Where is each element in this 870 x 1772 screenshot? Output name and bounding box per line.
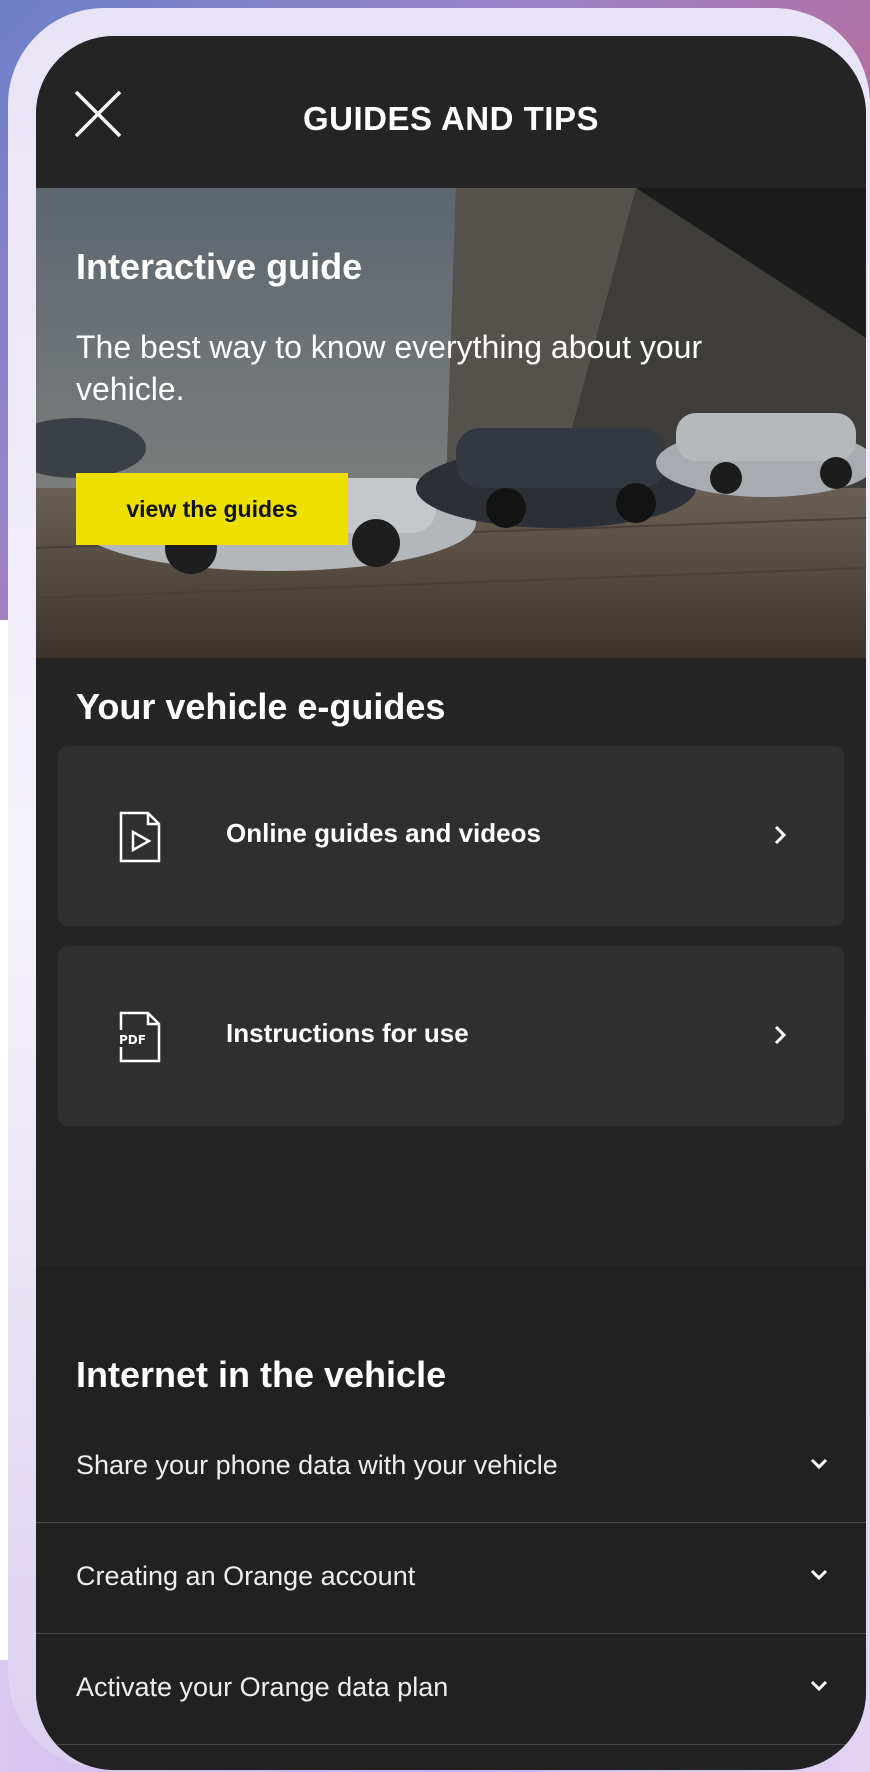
- accordion-label: Activate your Orange data plan: [76, 1672, 449, 1702]
- top-bar: GUIDES AND TIPS: [36, 36, 866, 188]
- card-instructions[interactable]: PDF Instructions for use: [58, 946, 844, 1126]
- video-file-icon: [119, 811, 161, 863]
- hero-title: Interactive guide: [76, 246, 363, 287]
- accordion-share-data[interactable]: Share your phone data with your vehicle: [36, 1412, 866, 1523]
- chevron-right-icon: [774, 1025, 787, 1045]
- card-label: Online guides and videos: [226, 818, 541, 848]
- internet-section: Internet in the vehicle Share your phone…: [36, 1266, 866, 1770]
- chevron-down-icon: [810, 1458, 828, 1470]
- accordion-label: Share your phone data with your vehicle: [76, 1450, 558, 1480]
- accordion-label: Creating an Orange account: [76, 1561, 416, 1591]
- chevron-down-icon: [810, 1569, 828, 1581]
- hero-banner: Interactive guide The best way to know e…: [36, 188, 866, 658]
- chevron-down-icon: [810, 1680, 828, 1692]
- hero-subtitle: The best way to know everything about yo…: [76, 329, 703, 407]
- internet-section-title: Internet in the vehicle: [76, 1354, 447, 1395]
- card-label: Instructions for use: [226, 1018, 469, 1048]
- app-screen: GUIDES AND TIPS Interactive guide The be…: [36, 36, 866, 1770]
- view-guides-button[interactable]: view the guides: [76, 473, 348, 545]
- card-online-guides[interactable]: Online guides and videos: [58, 746, 844, 926]
- eguides-section-title: Your vehicle e-guides: [76, 686, 446, 727]
- accordion-orange-account[interactable]: Creating an Orange account: [36, 1523, 866, 1634]
- pdf-icon-text: PDF: [119, 1033, 146, 1047]
- pdf-file-icon: PDF: [118, 1011, 161, 1063]
- chevron-right-icon: [774, 825, 787, 845]
- accordion-orange-plan[interactable]: Activate your Orange data plan: [36, 1634, 866, 1745]
- page-title: GUIDES AND TIPS: [303, 100, 599, 137]
- phone-frame: GUIDES AND TIPS Interactive guide The be…: [8, 8, 870, 1770]
